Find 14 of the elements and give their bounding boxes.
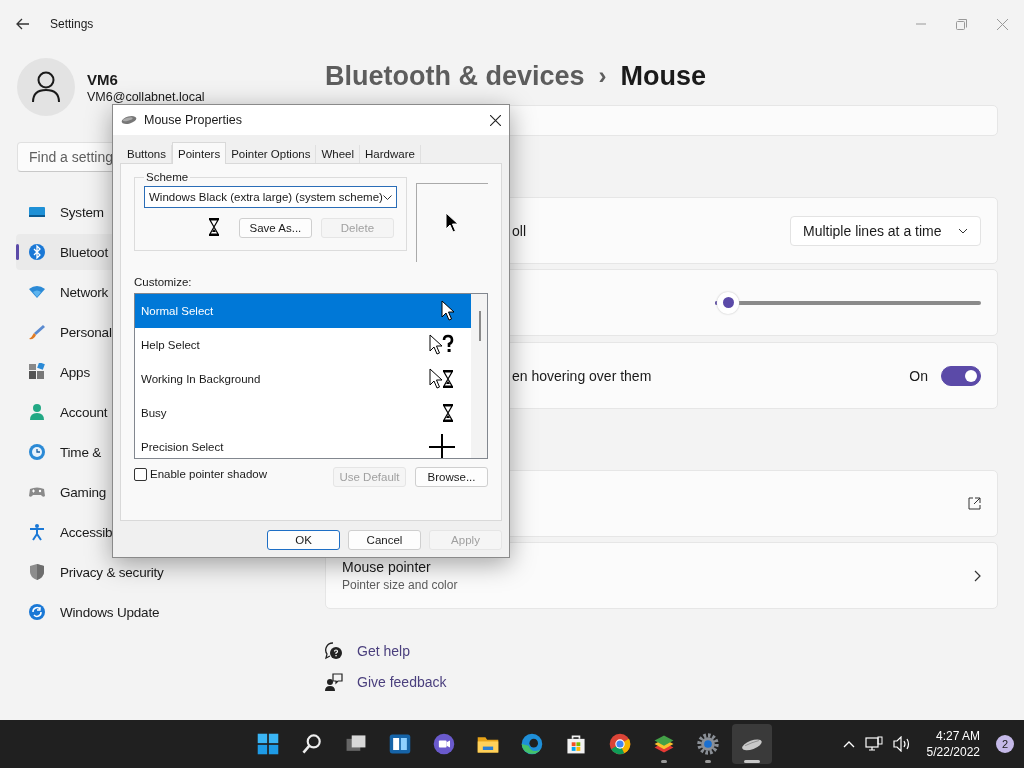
setting-label: en hovering over them bbox=[512, 367, 652, 384]
list-label: Customize: bbox=[134, 276, 193, 288]
dialog-title: Mouse Properties bbox=[144, 113, 242, 127]
breadcrumb-separator: › bbox=[598, 62, 607, 90]
setting-description: Pointer size and color bbox=[342, 578, 458, 592]
checkbox-label: Enable pointer shadow bbox=[150, 468, 267, 480]
setting-title: Mouse pointer bbox=[342, 559, 432, 575]
user-name: VM6 bbox=[87, 70, 119, 88]
setting-label: oll bbox=[512, 222, 526, 239]
user-email: VM6@collabnet.local bbox=[87, 89, 205, 104]
page-title: Mouse bbox=[620, 60, 707, 92]
group-label: Scheme bbox=[145, 171, 190, 183]
toggle-state: On bbox=[909, 367, 928, 384]
window-title: Settings bbox=[50, 17, 94, 31]
